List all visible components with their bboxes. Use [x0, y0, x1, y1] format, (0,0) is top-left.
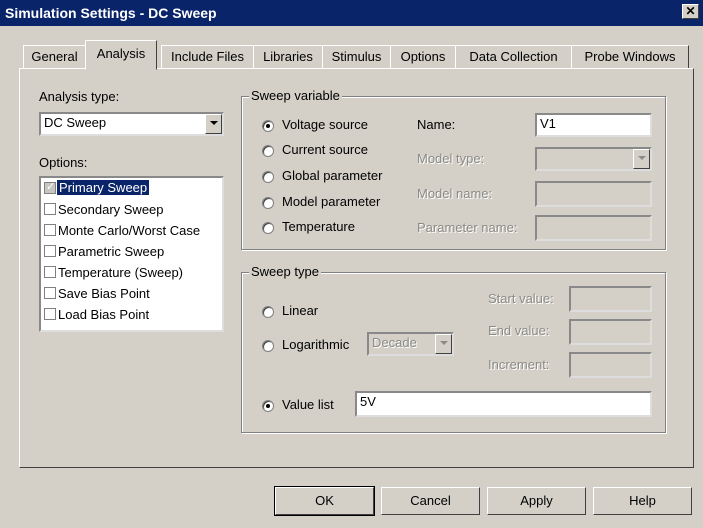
name-label: Name: [417, 117, 456, 132]
radio-value-list[interactable] [262, 400, 274, 412]
radio-logarithmic[interactable] [262, 340, 274, 352]
parameter-name-label: Parameter name: [417, 220, 518, 235]
increment-input[interactable] [569, 352, 652, 378]
model-parameter-label: Model parameter [282, 194, 381, 209]
analysis-type-dropdown[interactable]: DC Sweep [39, 112, 224, 136]
linear-label: Linear [282, 303, 319, 318]
help-button[interactable]: Help [593, 487, 692, 515]
checkbox-primary-sweep[interactable] [44, 180, 56, 194]
voltage-source-label: Voltage source [282, 117, 369, 132]
value-list-label: Value list [282, 397, 334, 412]
tab-general[interactable]: General [23, 45, 86, 69]
name-input[interactable]: V1 [535, 113, 652, 137]
chevron-down-icon[interactable] [633, 149, 650, 169]
options-label: Options: [39, 155, 88, 170]
options-listbox[interactable]: Primary Sweep Secondary Sweep Monte Carl… [39, 176, 224, 332]
logarithmic-label: Logarithmic [282, 337, 350, 352]
radio-current-source[interactable] [262, 145, 274, 157]
model-name-label: Model name: [417, 186, 493, 201]
start-value-input[interactable] [569, 286, 652, 312]
cancel-button[interactable]: Cancel [381, 487, 480, 515]
temperature-label: Temperature [282, 219, 355, 234]
checkbox-secondary-sweep[interactable] [44, 203, 56, 215]
title-bar[interactable]: Simulation Settings - DC Sweep ✕ [0, 0, 703, 26]
checkbox-load-bias-point[interactable] [44, 308, 56, 320]
parameter-name-input[interactable] [535, 215, 652, 241]
option-primary-sweep[interactable]: Primary Sweep [41, 178, 222, 199]
analysis-type-value: DC Sweep [44, 115, 107, 130]
current-source-label: Current source [282, 142, 368, 157]
sweep-type-group: Sweep type Linear Logarithmic Decade Sta… [241, 264, 666, 433]
tab-options[interactable]: Options [390, 45, 456, 69]
sweep-variable-title: Sweep variable [249, 88, 342, 103]
start-value-label: Start value: [488, 291, 554, 306]
end-value-input[interactable] [569, 319, 652, 345]
analysis-type-label: Analysis type: [39, 89, 120, 104]
simulation-settings-dialog: Simulation Settings - DC Sweep ✕ General… [0, 0, 703, 528]
increment-label: Increment: [488, 357, 550, 372]
window-title: Simulation Settings - DC Sweep [5, 5, 217, 21]
tab-libraries[interactable]: Libraries [253, 45, 323, 69]
sweep-type-title: Sweep type [249, 264, 321, 279]
ok-button[interactable]: OK [274, 486, 375, 516]
chevron-down-icon[interactable] [205, 114, 222, 134]
chevron-down-icon[interactable] [435, 334, 452, 354]
tab-analysis[interactable]: Analysis [85, 40, 157, 70]
end-value-label: End value: [488, 323, 550, 338]
model-type-dropdown[interactable] [535, 147, 652, 171]
radio-voltage-source[interactable] [262, 120, 274, 132]
checkbox-save-bias-point[interactable] [44, 287, 56, 299]
tab-data-collection[interactable]: Data Collection [455, 45, 572, 69]
apply-button[interactable]: Apply [487, 487, 586, 515]
checkbox-temperature-sweep[interactable] [44, 266, 56, 278]
tab-probe-windows[interactable]: Probe Windows [571, 45, 689, 69]
model-name-input[interactable] [535, 181, 652, 207]
model-type-label: Model type: [417, 151, 485, 166]
radio-global-parameter[interactable] [262, 171, 274, 183]
log-scale-dropdown[interactable]: Decade [367, 332, 454, 356]
tab-stimulus[interactable]: Stimulus [322, 45, 391, 69]
close-icon[interactable]: ✕ [682, 4, 699, 19]
radio-linear[interactable] [262, 306, 274, 318]
radio-model-parameter[interactable] [262, 197, 274, 209]
checkbox-parametric-sweep[interactable] [44, 245, 56, 257]
value-list-input[interactable]: 5V [355, 391, 652, 417]
global-parameter-label: Global parameter [282, 168, 383, 183]
tab-include-files[interactable]: Include Files [161, 45, 254, 69]
checkbox-monte-carlo[interactable] [44, 224, 56, 236]
sweep-variable-group: Sweep variable Voltage source Current so… [241, 88, 666, 250]
radio-temperature[interactable] [262, 222, 274, 234]
log-scale-value: Decade [372, 335, 417, 350]
